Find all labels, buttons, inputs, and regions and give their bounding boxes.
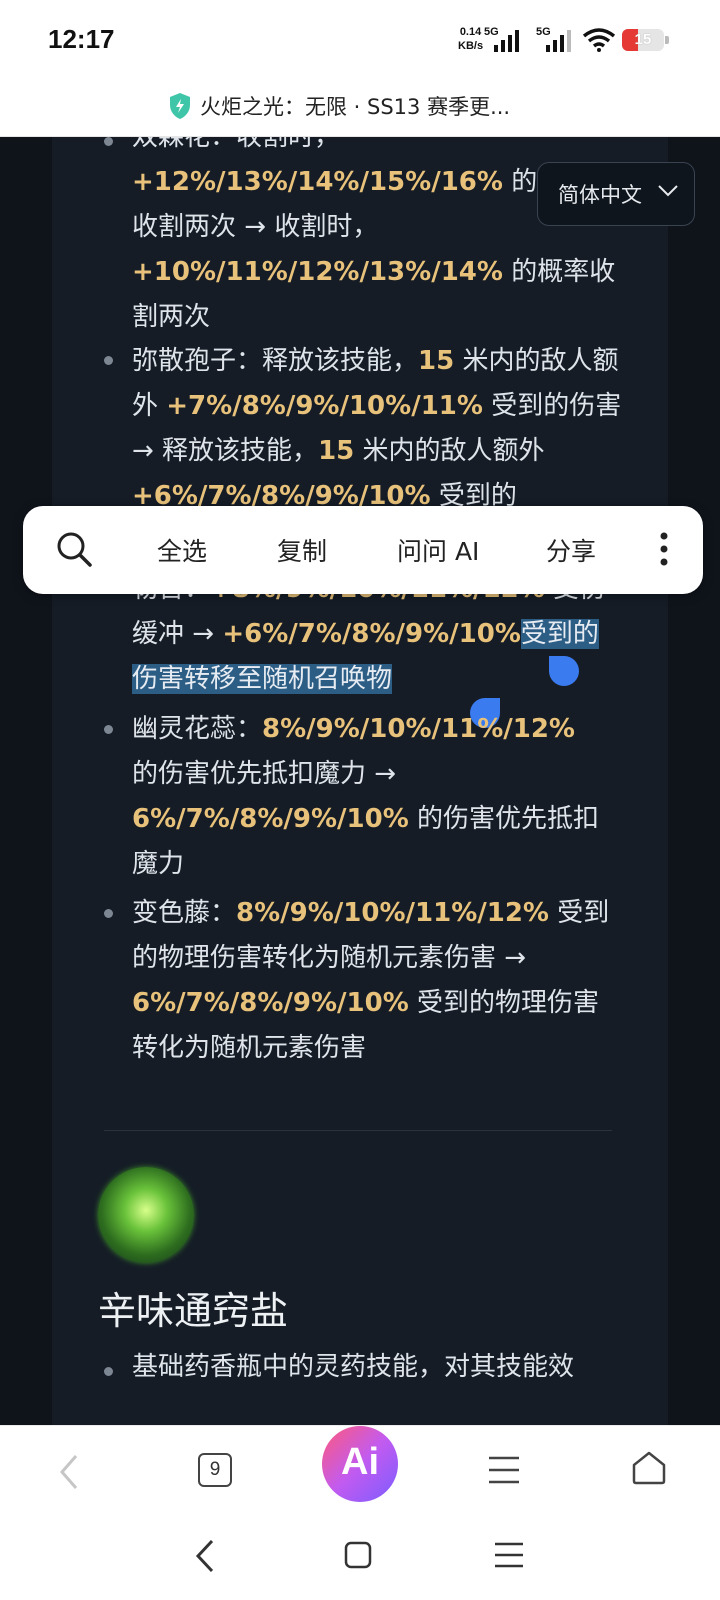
article-content[interactable]: 双森花：收割时， +12%/13%/14%/15%/16% 的 收割两次 → 收… (0, 137, 720, 1425)
section-divider (104, 1130, 612, 1131)
section-title: 辛味通窍盐 (98, 1289, 289, 1333)
list-bullet (104, 137, 113, 146)
select-all-button[interactable]: 全选 (157, 532, 207, 568)
page-title-bar[interactable]: 火炬之光：无限 · SS13 赛季更... (0, 84, 720, 137)
chevron-down-icon (658, 185, 678, 197)
list-bullet (104, 356, 113, 365)
ask-ai-button[interactable]: 问问 AI (397, 532, 479, 568)
list-item: 基础药香瓶中的灵药技能，对其技能效 (132, 1352, 575, 1382)
status-bar: 12:17 0.14 KB/s 5G 5G 15 (0, 0, 720, 84)
more-options-icon[interactable] (659, 530, 669, 568)
menu-icon[interactable] (488, 1456, 520, 1484)
battery-icon: 15 (622, 29, 669, 51)
clock: 12:17 (48, 24, 115, 54)
list-item: 变色藤：8%/9%/10%/11%/12% 受到的物理伤害转化为随机元素伤害 →… (132, 898, 610, 1063)
system-back-icon[interactable] (195, 1539, 215, 1573)
list-item: 弥散孢子：释放该技能，15 米内的敌人额外 +7%/8%/9%/10%/11% … (132, 346, 622, 511)
language-selector[interactable]: 简体中文 (537, 162, 695, 226)
text-selection-menu: 全选 复制 问问 AI 分享 (23, 506, 703, 594)
search-icon[interactable] (55, 530, 93, 568)
herb-item-icon (98, 1167, 194, 1263)
share-button[interactable]: 分享 (546, 532, 596, 568)
list-item: 幽灵花蕊：8%/9%/10%/11%/12% 的伤害优先抵扣魔力 → 6%/7%… (132, 714, 600, 879)
back-icon[interactable] (58, 1454, 80, 1490)
list-bullet (104, 725, 113, 734)
list-bullet (104, 909, 113, 918)
tab-count-button[interactable]: 9 (198, 1453, 232, 1487)
signal-icon-sim1: 5G (484, 26, 519, 52)
system-navigation-bar (0, 1517, 720, 1600)
ai-assistant-button[interactable]: Ai (322, 1426, 398, 1502)
system-recents-icon[interactable] (494, 1542, 524, 1568)
secure-shield-icon (170, 93, 190, 119)
system-home-icon[interactable] (344, 1541, 372, 1569)
wifi-icon (582, 28, 616, 52)
list-bullet (104, 1367, 113, 1376)
copy-button[interactable]: 复制 (277, 532, 327, 568)
signal-icon-sim2: 5G (536, 26, 571, 52)
browser-toolbar: 9 Ai (0, 1425, 720, 1518)
network-speed: 0.14 KB/s (458, 26, 484, 52)
selection-handle-end[interactable] (549, 656, 579, 686)
page-title: 火炬之光：无限 · SS13 赛季更... (200, 95, 511, 119)
home-icon[interactable] (631, 1450, 667, 1486)
